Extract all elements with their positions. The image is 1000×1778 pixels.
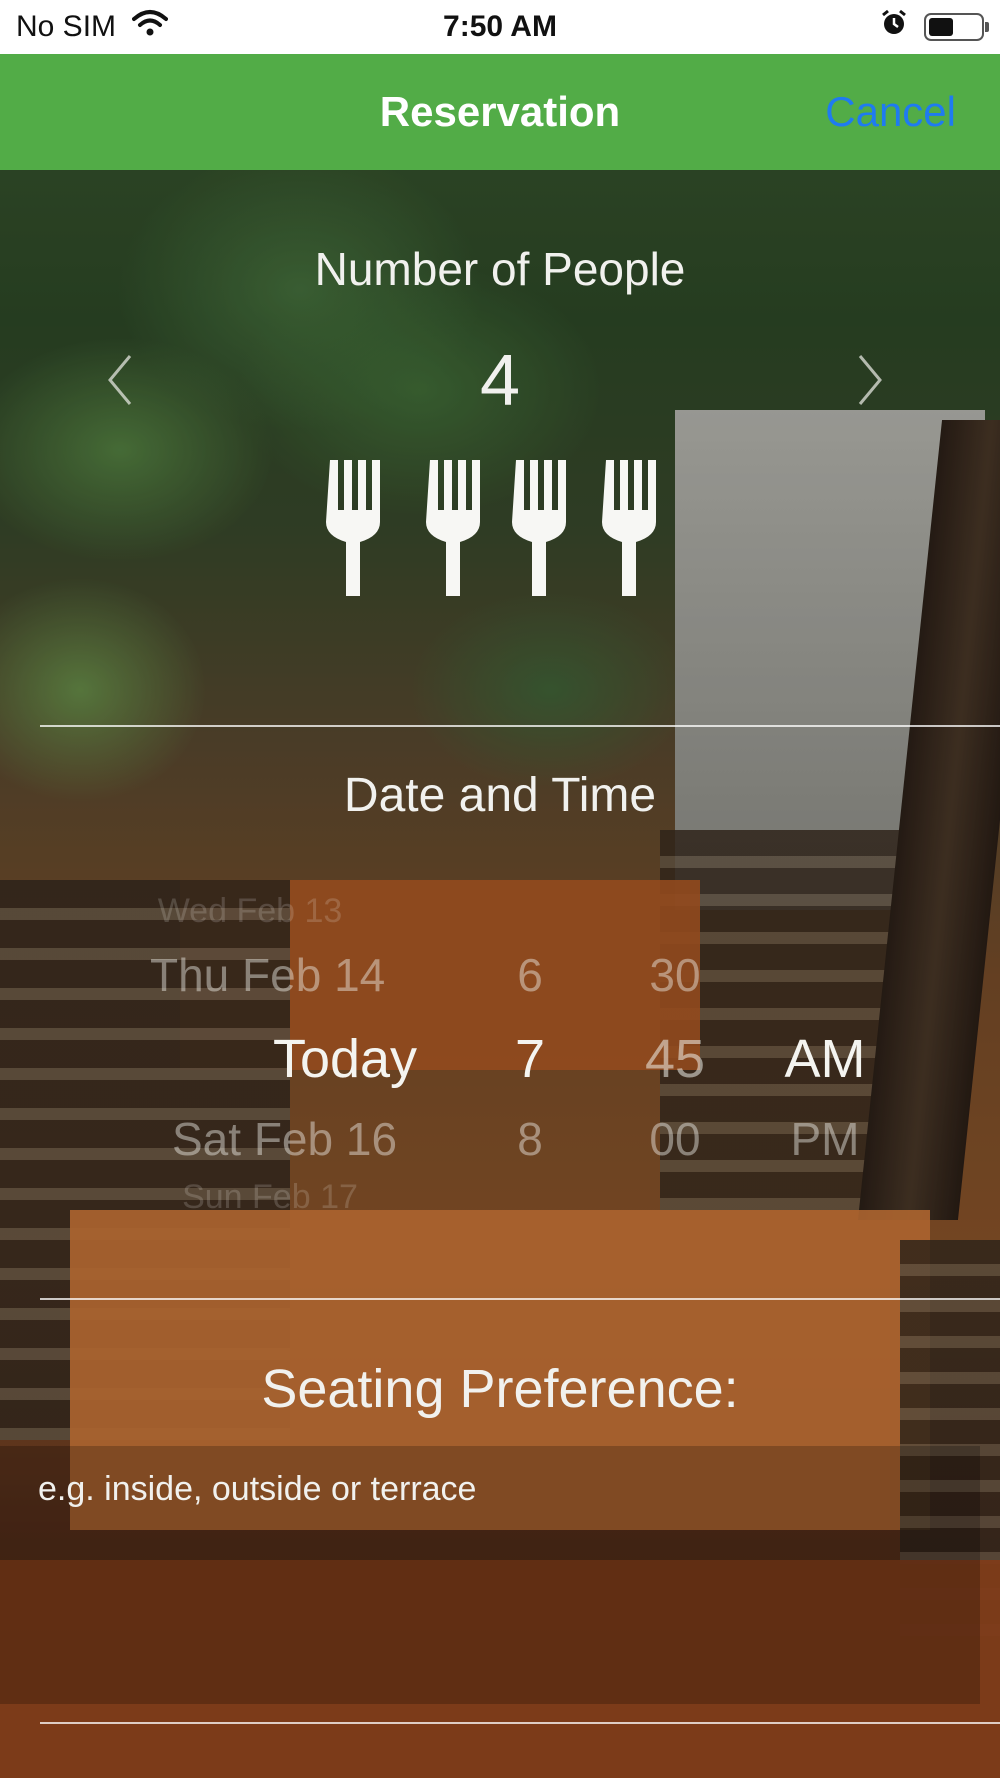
navigation-bar: Reservation Cancel xyxy=(0,54,1000,170)
picker-day-selected[interactable]: Today xyxy=(240,1028,450,1090)
battery-icon xyxy=(924,13,989,41)
fork-icon[interactable] xyxy=(424,460,496,596)
section-divider xyxy=(40,725,1000,727)
picker-ampm-below[interactable]: PM xyxy=(770,1112,880,1166)
picker-day-below[interactable]: Sat Feb 16 xyxy=(172,1112,452,1166)
picker-day-far-below: Sun Feb 17 xyxy=(182,1178,358,1216)
fork-icon[interactable] xyxy=(324,460,396,596)
section-divider xyxy=(40,1722,1000,1724)
date-and-time-title: Date and Time xyxy=(343,769,657,822)
fork-icon[interactable] xyxy=(600,460,672,596)
picker-minute-above[interactable]: 30 xyxy=(630,948,720,1002)
fork-icon[interactable] xyxy=(510,460,582,596)
seating-preference-placeholder: e.g. inside, outside or terrace xyxy=(38,1470,477,1508)
number-of-people-title: Number of People xyxy=(314,243,686,295)
alarm-icon xyxy=(880,9,908,45)
people-fork-icons[interactable] xyxy=(0,460,1000,600)
picker-hour-selected[interactable]: 7 xyxy=(500,1028,560,1090)
chevron-right-icon[interactable] xyxy=(850,350,890,410)
picker-ampm-selected[interactable]: AM xyxy=(770,1028,880,1090)
picker-minute-selected[interactable]: 45 xyxy=(625,1028,725,1090)
date-time-picker[interactable]: Wed Feb 13 Thu Feb 14 Today Sat Feb 16 S… xyxy=(0,870,1000,1216)
picker-hour-below[interactable]: 8 xyxy=(500,1112,560,1166)
status-bar: No SIM 7:50 AM xyxy=(0,0,1000,54)
picker-minute-below[interactable]: 00 xyxy=(630,1112,720,1166)
seating-preference-title: Seating Preference: xyxy=(261,1359,739,1419)
wifi-icon xyxy=(132,9,169,45)
cancel-button[interactable]: Cancel xyxy=(825,54,956,170)
carrier-label: No SIM xyxy=(16,10,117,43)
picker-day-far-above: Wed Feb 13 xyxy=(157,892,343,930)
section-divider xyxy=(40,1298,1000,1300)
picker-day-above[interactable]: Thu Feb 14 xyxy=(150,948,430,1002)
picker-hour-above[interactable]: 6 xyxy=(500,948,560,1002)
reservation-screen: No SIM 7:50 AM Reservation Cancel Number… xyxy=(0,0,1000,1778)
